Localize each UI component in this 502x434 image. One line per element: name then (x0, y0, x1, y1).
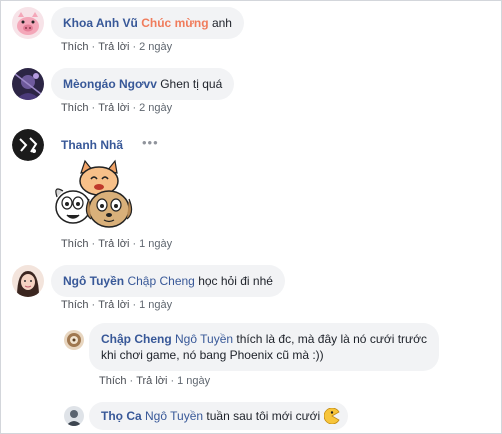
comment-bubble: Khoa Anh Vũ Chúc mừng anh (51, 7, 244, 39)
avatar[interactable] (12, 129, 44, 161)
reply-link[interactable]: Trả lời (98, 41, 129, 53)
reply-author[interactable]: Chập Cheng (101, 332, 172, 346)
reply-text: thích là đc, mà đây là nó cưới trước (236, 332, 427, 346)
reply-bubble: Thọ Ca Ngô Tuyền tuần sau tôi mới cưới (89, 402, 349, 430)
avatar[interactable] (12, 7, 44, 39)
comment-actions: Thích · Trả lời · 1 ngày (61, 238, 173, 250)
comment-text: học hỏi đi nhé (198, 274, 273, 288)
reply-link[interactable]: Trả lời (98, 238, 129, 250)
comment-author[interactable]: Mèongáo Ngơvv (63, 77, 157, 91)
like-link[interactable]: Thích (61, 299, 89, 311)
timestamp[interactable]: 2 ngày (139, 102, 172, 114)
reply-text: khi chơi game, nó bang Phoenix cũ mà :)) (101, 348, 324, 362)
comment-highlight-text: Chúc mừng (141, 16, 209, 30)
like-link[interactable]: Thích (99, 375, 127, 387)
mention-link[interactable]: Ngô Tuyền (175, 332, 233, 346)
comment-author[interactable]: Khoa Anh Vũ (63, 16, 138, 30)
reply-link[interactable]: Trả lời (98, 299, 129, 311)
cartoon-cat-and-dog-sticker (51, 159, 139, 234)
like-link[interactable]: Thích (61, 102, 89, 114)
reply-author[interactable]: Thọ Ca (101, 409, 142, 423)
mention-link[interactable]: Ngô Tuyền (145, 409, 203, 423)
more-options-icon[interactable]: ••• (142, 135, 159, 150)
reply-text: tuần sau tôi mới cưới (206, 409, 321, 423)
avatar[interactable] (12, 68, 44, 100)
avatar[interactable] (12, 265, 44, 297)
reply-link[interactable]: Trả lời (98, 102, 129, 114)
comment-author[interactable]: Thanh Nhã (61, 138, 123, 152)
avatar[interactable] (64, 330, 84, 350)
comment-actions: Thích · Trả lời · 1 ngày (61, 299, 173, 311)
comment-bubble: Mèongáo Ngơvv Ghen tị quá (51, 68, 235, 100)
comment-bubble: Ngô Tuyền Chập Cheng học hỏi đi nhé (51, 265, 285, 297)
comment-text: Ghen tị quá (160, 77, 223, 91)
timestamp[interactable]: 1 ngày (139, 238, 172, 250)
reply-bubble: Chập Cheng Ngô Tuyền thích là đc, mà đây… (89, 323, 439, 371)
timestamp[interactable]: 1 ngày (177, 375, 210, 387)
comment-author[interactable]: Ngô Tuyền (63, 274, 124, 288)
comment-actions: Thích · Trả lời · 2 ngày (61, 41, 173, 53)
like-link[interactable]: Thích (61, 238, 89, 250)
like-link[interactable]: Thích (61, 41, 89, 53)
timestamp[interactable]: 2 ngày (139, 41, 172, 53)
mention-link[interactable]: Chập Cheng (127, 274, 194, 288)
comment-actions: Thích · Trả lời · 2 ngày (61, 102, 173, 114)
comment-text: anh (211, 16, 232, 30)
timestamp[interactable]: 1 ngày (139, 299, 172, 311)
avatar[interactable] (64, 406, 84, 426)
reply-actions: Thích · Trả lời · 1 ngày (99, 375, 211, 387)
comments-panel: Khoa Anh Vũ Chúc mừng anh Thích · Trả lời ·… (0, 0, 502, 434)
reply-link[interactable]: Trả lời (136, 375, 167, 387)
pacman-emoticon-icon (324, 408, 340, 424)
